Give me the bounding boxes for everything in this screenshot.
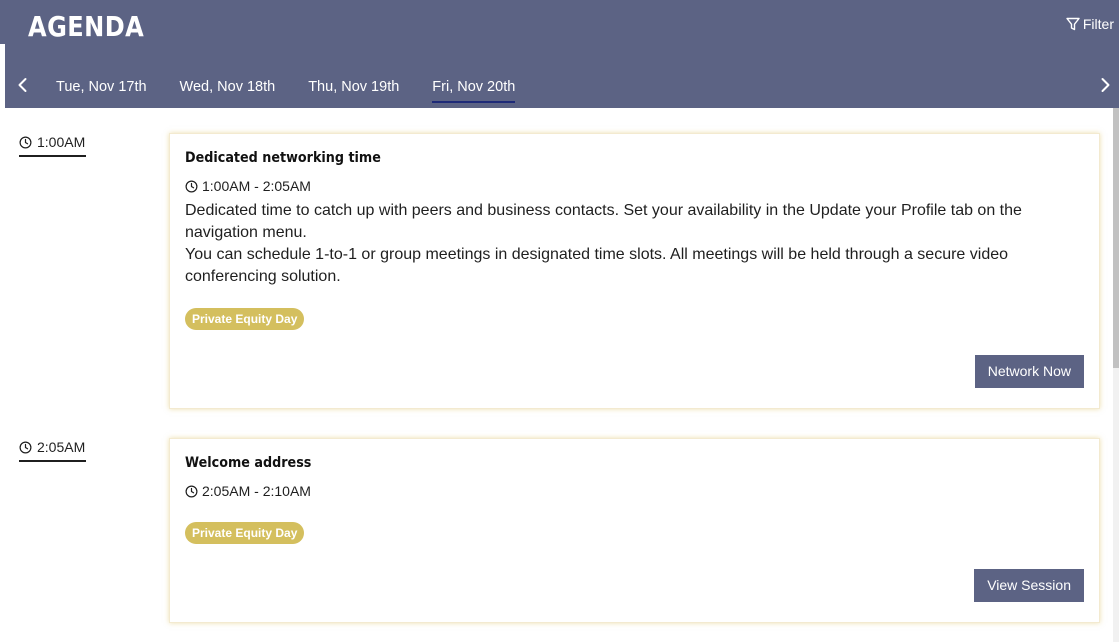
header-divider <box>0 44 5 108</box>
session-time-range: 1:00AM - 2:05AM <box>202 178 311 194</box>
time-marker-label: 1:00AM <box>37 134 86 150</box>
page-scrollbar[interactable] <box>1113 108 1119 642</box>
funnel-icon <box>1065 16 1081 32</box>
date-tabs: Tue, Nov 17th Wed, Nov 18th Thu, Nov 19t… <box>56 79 516 103</box>
session-title: Welcome address <box>185 455 312 471</box>
session-description-paragraph: You can schedule 1-to-1 or group meeting… <box>185 246 1009 285</box>
tab-tue-nov-17[interactable]: Tue, Nov 17th <box>56 79 147 103</box>
page-title: AGENDA <box>28 10 145 43</box>
session-time: 2:05AM - 2:10AM <box>185 483 311 499</box>
tab-fri-nov-20[interactable]: Fri, Nov 20th <box>432 79 516 103</box>
clock-icon <box>19 136 32 149</box>
session-description: Dedicated time to catch up with peers an… <box>185 200 1055 288</box>
clock-icon <box>185 180 198 193</box>
view-session-button[interactable]: View Session <box>974 569 1084 602</box>
session-card: Welcome address 2:05AM - 2:10AM Private … <box>169 438 1100 623</box>
clock-icon <box>185 485 198 498</box>
clock-icon <box>19 441 32 454</box>
next-day-button[interactable] <box>1097 76 1113 94</box>
time-marker: 1:00AM <box>19 134 86 157</box>
session-time-range: 2:05AM - 2:10AM <box>202 483 311 499</box>
time-marker-label: 2:05AM <box>37 439 86 455</box>
chevron-right-icon <box>1097 76 1113 94</box>
time-marker: 2:05AM <box>19 439 86 462</box>
network-now-button[interactable]: Network Now <box>974 355 1084 388</box>
chevron-left-icon <box>15 76 31 94</box>
session-title: Dedicated networking time <box>185 150 381 166</box>
session-description-paragraph: Dedicated time to catch up with peers an… <box>185 202 1022 241</box>
agenda-header: AGENDA Filter Tue, Nov 17th Wed, Nov 18t… <box>0 0 1119 108</box>
session-time: 1:00AM - 2:05AM <box>185 178 311 194</box>
track-tag: Private Equity Day <box>185 522 305 544</box>
filter-button[interactable]: Filter <box>1065 16 1114 32</box>
filter-label: Filter <box>1082 16 1114 32</box>
tab-wed-nov-18[interactable]: Wed, Nov 18th <box>180 79 276 103</box>
session-card: Dedicated networking time 1:00AM - 2:05A… <box>169 133 1100 409</box>
track-tag: Private Equity Day <box>185 308 305 330</box>
prev-day-button[interactable] <box>15 76 31 94</box>
scrollbar-thumb[interactable] <box>1113 108 1119 368</box>
tab-thu-nov-19[interactable]: Thu, Nov 19th <box>308 79 399 103</box>
